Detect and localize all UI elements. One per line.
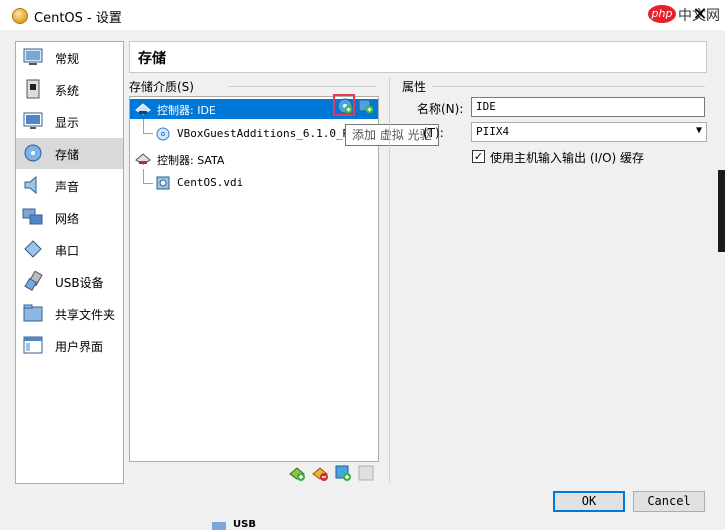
system-icon: [26, 79, 40, 99]
hard-disk-icon: [156, 176, 170, 190]
name-label: 名称(N):: [417, 102, 464, 116]
section-divider: [432, 86, 705, 87]
tree-item-hard-disk[interactable]: CentOS.vdi: [130, 173, 378, 193]
storage-icon: [24, 144, 42, 162]
use-host-io-cache-label: 使用主机输入输出 (I/O) 缓存: [490, 151, 645, 165]
page-title: 存储: [138, 51, 166, 67]
general-icon: [23, 48, 43, 65]
nav-item-shared-folders[interactable]: 共享文件夹: [16, 298, 123, 329]
shared-folder-icon: [23, 304, 43, 322]
storage-tree[interactable]: 控制器: IDE VBoxGuestAdditions_6.1.0_RC1 控制…: [129, 96, 379, 462]
nav-item-storage[interactable]: 存储: [16, 138, 123, 169]
use-host-io-cache-checkbox[interactable]: ✓: [472, 150, 485, 163]
background-window-edge: [718, 170, 725, 252]
background-window-peek: USB: [200, 519, 320, 530]
audio-icon: [24, 175, 37, 195]
tree-item-label: VBoxGuestAdditions_6.1.0_RC1: [177, 127, 363, 140]
virtualbox-app-icon: [12, 8, 28, 24]
nav-label: 存储: [55, 148, 80, 162]
nav-label: 系统: [55, 84, 80, 98]
nav-item-serial-port[interactable]: 串口: [16, 234, 123, 265]
nav-item-display[interactable]: 显示: [16, 106, 123, 137]
remove-controller-icon[interactable]: [312, 465, 329, 482]
tree-item-label: 控制器: SATA: [157, 154, 225, 167]
nav-label: 声音: [55, 180, 80, 194]
nav-item-system[interactable]: 系统: [16, 74, 123, 105]
nav-label: 共享文件夹: [55, 308, 116, 322]
tree-item-label: 控制器: IDE: [157, 104, 216, 117]
nav-item-audio[interactable]: 声音: [16, 170, 123, 201]
attributes-label: 属性: [402, 80, 427, 94]
nav-item-user-interface[interactable]: 用户界面: [16, 330, 123, 361]
window-title: CentOS - 设置: [34, 11, 122, 26]
watermark-logo: php: [648, 5, 676, 23]
serial-port-icon: [24, 240, 42, 258]
controller-icon: [135, 103, 151, 115]
nav-label: 用户界面: [55, 340, 104, 354]
display-icon: [23, 112, 43, 129]
nav-label: 串口: [55, 244, 80, 258]
type-select[interactable]: PIIX4 ▼: [471, 122, 707, 142]
background-text: USB: [233, 519, 256, 530]
add-controller-icon[interactable]: [289, 465, 306, 482]
settings-nav: 常规 系统 显示 存储 声音 网络 串口 USB设备 共享文件夹 用户界面: [15, 41, 124, 484]
network-icon: [22, 208, 43, 225]
pane-divider: [389, 78, 390, 482]
ok-button[interactable]: OK: [553, 491, 625, 512]
type-label: (T):: [423, 126, 444, 140]
page-header: 存储: [129, 41, 707, 73]
chevron-down-icon: ▼: [695, 125, 702, 136]
cancel-button[interactable]: Cancel: [633, 491, 705, 512]
highlight-box: [333, 94, 355, 116]
nav-label: 显示: [55, 116, 80, 130]
title-bar: CentOS - 设置 php 中文网 ✕: [0, 0, 725, 30]
nav-label: 网络: [55, 212, 80, 226]
usb-icon: [212, 522, 226, 530]
usb-icon: [24, 271, 43, 291]
add-hard-disk-icon[interactable]: [358, 98, 374, 114]
remove-attachment-icon[interactable]: [358, 465, 375, 482]
tree-item-optical-disk[interactable]: VBoxGuestAdditions_6.1.0_RC1: [130, 124, 378, 144]
storage-media-label: 存储介质(S): [129, 80, 194, 94]
tree-item-label: CentOS.vdi: [177, 176, 244, 189]
tree-item-controller-sata[interactable]: 控制器: SATA: [130, 149, 378, 169]
nav-item-general[interactable]: 常规: [16, 42, 123, 73]
nav-item-usb[interactable]: USB设备: [16, 266, 123, 297]
controller-icon: [135, 153, 151, 165]
add-attachment-icon[interactable]: [335, 465, 352, 482]
nav-label: USB设备: [55, 276, 104, 290]
nav-label: 常规: [55, 52, 80, 66]
type-select-value: PIIX4: [476, 125, 510, 138]
optical-disk-icon: [156, 127, 170, 141]
nav-item-network[interactable]: 网络: [16, 202, 123, 233]
section-divider: [228, 86, 376, 87]
name-input[interactable]: IDE: [471, 97, 705, 117]
close-button[interactable]: ✕: [675, 0, 725, 30]
user-interface-icon: [23, 336, 43, 354]
